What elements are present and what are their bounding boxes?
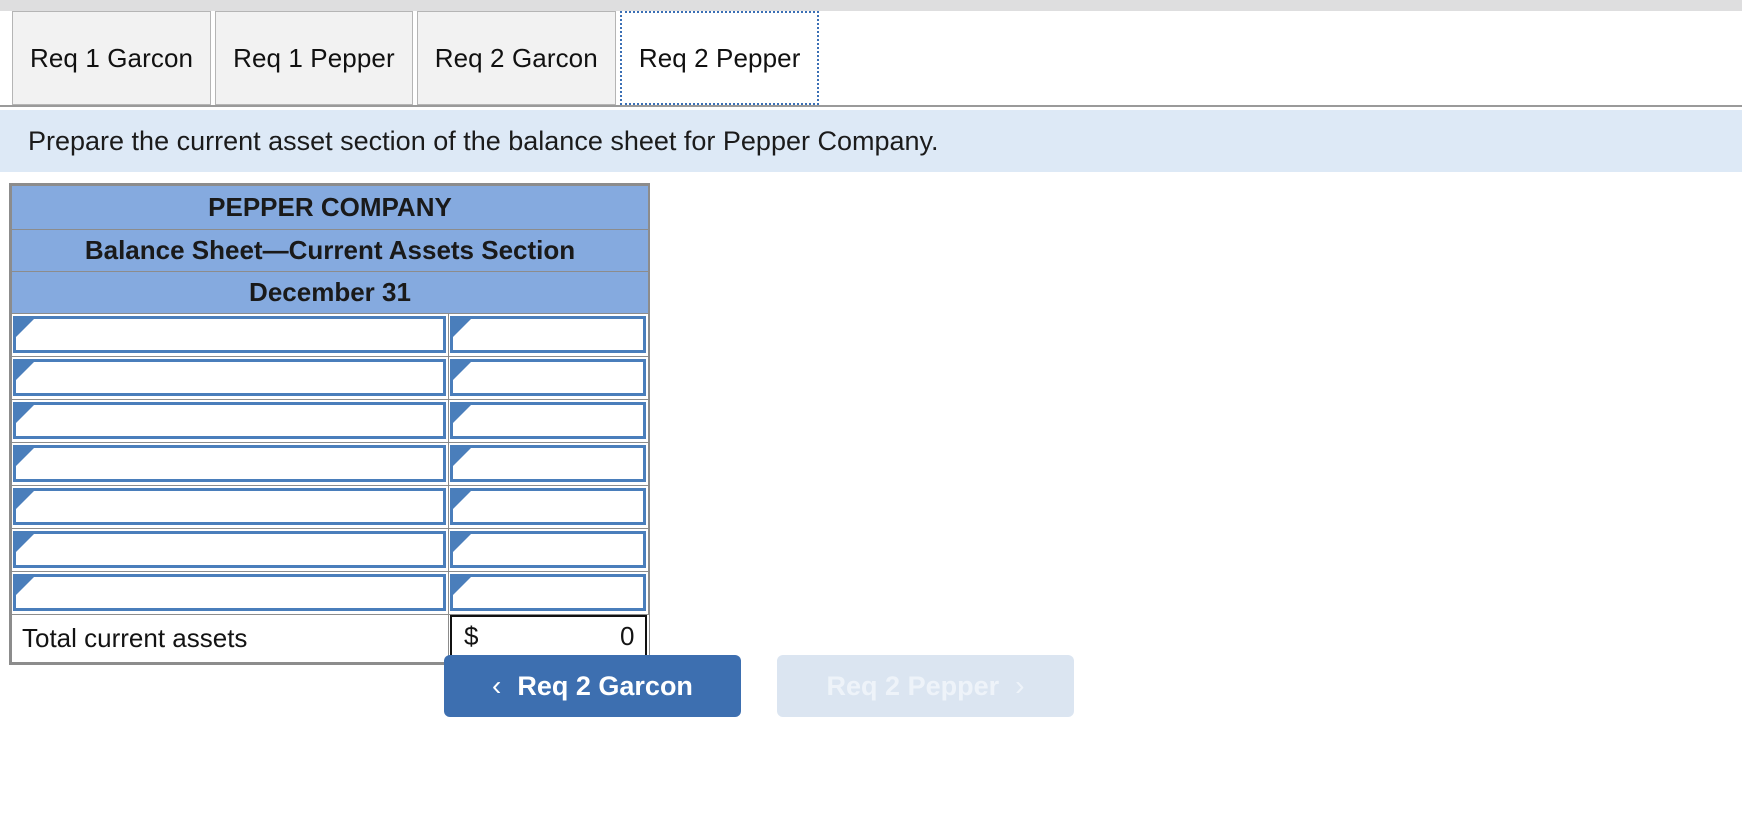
table-row [11, 313, 649, 357]
entry-amount-cell[interactable] [448, 356, 649, 400]
entry-label-input[interactable] [30, 534, 441, 565]
balance-sheet-table: PEPPER COMPANY Balance Sheet—Current Ass… [9, 183, 650, 665]
sheet-header-row-statement: Balance Sheet—Current Assets Section [11, 229, 649, 272]
next-button-label: Req 2 Pepper [826, 670, 1000, 701]
sheet-title-company: PEPPER COMPANY [11, 185, 649, 230]
tab-req-1-pepper[interactable]: Req 1 Pepper [215, 11, 413, 105]
currency-symbol: $ [464, 621, 479, 651]
entry-amount-cell[interactable] [448, 399, 649, 443]
chevron-left-icon: ‹ [492, 670, 502, 701]
sheet-title-statement: Balance Sheet—Current Assets Section [11, 229, 649, 272]
total-amount: 0 [620, 621, 635, 651]
entry-label-cell[interactable] [11, 485, 449, 529]
entry-label-cell[interactable] [11, 399, 449, 443]
entry-amount-input[interactable] [467, 319, 641, 350]
entry-amount-cell[interactable] [448, 571, 649, 615]
table-row [11, 485, 649, 529]
entry-label-cell[interactable] [11, 313, 449, 357]
sheet-title-date: December 31 [11, 271, 649, 314]
entry-amount-input[interactable] [467, 448, 641, 479]
entry-label-input[interactable] [30, 362, 441, 393]
entry-label-input[interactable] [30, 577, 441, 608]
bottom-navigation: ‹ Req 2 Garcon Req 2 Pepper › [444, 655, 1074, 717]
table-row [11, 442, 649, 486]
entry-amount-input[interactable] [467, 362, 641, 393]
entry-label-cell[interactable] [11, 356, 449, 400]
prev-requirement-button[interactable]: ‹ Req 2 Garcon [444, 655, 741, 717]
entry-amount-cell[interactable] [448, 313, 649, 357]
table-row [11, 571, 649, 615]
entry-label-cell[interactable] [11, 571, 449, 615]
table-row [11, 399, 649, 443]
tab-label: Req 1 Garcon [30, 42, 194, 73]
sheet-header-row-company: PEPPER COMPANY [11, 185, 649, 230]
entry-amount-input[interactable] [467, 577, 641, 608]
entry-label-cell[interactable] [11, 528, 449, 572]
chevron-right-icon: › [1015, 670, 1025, 701]
table-row [11, 528, 649, 572]
tab-req-2-garcon[interactable]: Req 2 Garcon [416, 11, 616, 105]
entry-amount-cell[interactable] [448, 442, 649, 486]
entry-amount-input[interactable] [467, 405, 641, 436]
tab-label: Req 2 Pepper [638, 42, 801, 73]
tab-bar: Req 1 Garcon Req 1 Pepper Req 2 Garcon R… [0, 11, 1742, 107]
tab-bar-underline [0, 105, 1742, 107]
tab-label: Req 2 Garcon [434, 42, 598, 73]
entry-label-input[interactable] [30, 405, 441, 436]
prev-button-label: Req 2 Garcon [517, 670, 693, 701]
entry-label-cell[interactable] [11, 442, 449, 486]
total-label: Total current assets [11, 614, 449, 663]
next-requirement-button: Req 2 Pepper › [777, 655, 1074, 717]
entry-amount-input[interactable] [467, 491, 641, 522]
table-row [11, 356, 649, 400]
entry-amount-input[interactable] [467, 534, 641, 565]
window-top-strip [0, 0, 1742, 11]
entry-label-input[interactable] [30, 448, 441, 479]
sheet-header-row-date: December 31 [11, 271, 649, 314]
entry-amount-cell[interactable] [448, 485, 649, 529]
tab-req-2-pepper[interactable]: Req 2 Pepper [619, 11, 820, 105]
entry-label-input[interactable] [30, 319, 441, 350]
instruction-text: Prepare the current asset section of the… [28, 125, 939, 156]
entry-amount-cell[interactable] [448, 528, 649, 572]
tab-label: Req 1 Pepper [233, 42, 395, 73]
tab-req-1-garcon[interactable]: Req 1 Garcon [12, 11, 212, 105]
entry-label-input[interactable] [30, 491, 441, 522]
instruction-banner: Prepare the current asset section of the… [0, 110, 1742, 172]
